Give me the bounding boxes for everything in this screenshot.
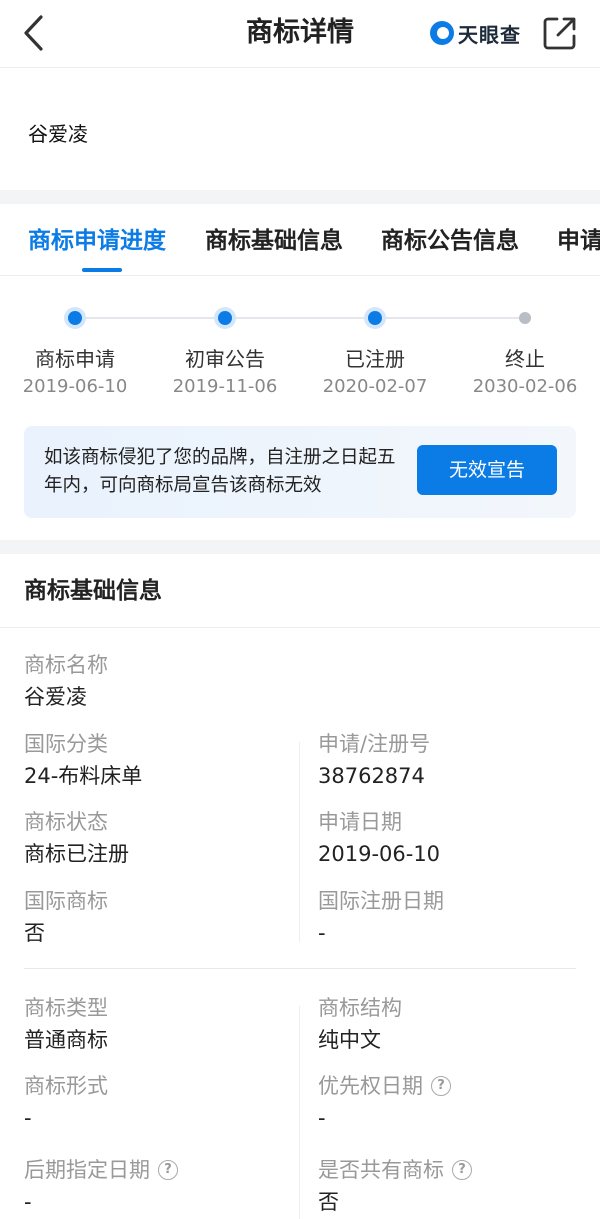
field-intl-class: 国际分类 24-布料床单	[24, 729, 142, 791]
notice-text: 如该商标侵犯了您的品牌，自注册之日起五年内，可向商标局宣告该商标无效	[44, 447, 396, 496]
field-label: 优先权日期	[318, 1074, 423, 1098]
active-tab-indicator	[82, 268, 122, 272]
section-gap	[0, 540, 600, 554]
step-label: 商标申请	[35, 347, 115, 371]
field-trademark-form: 商标形式 -	[24, 1071, 108, 1133]
column-separator	[299, 1006, 300, 1219]
section-title: 商标基础信息	[24, 578, 162, 604]
field-label: 后期指定日期	[24, 1158, 150, 1182]
field-trademark-type: 商标类型 普通商标	[24, 993, 108, 1055]
trademark-image-area: 谷爱凌	[0, 68, 600, 190]
question-mark-icon[interactable]: ?	[158, 1160, 178, 1180]
field-value: 否	[318, 1190, 339, 1214]
field-label: 申请/注册号	[318, 732, 431, 756]
step-pending-dot	[519, 312, 531, 324]
field-later-designation-date: 后期指定日期 ? -	[24, 1155, 178, 1217]
field-value: 24-布料床单	[24, 764, 143, 788]
field-registration-number: 申请/注册号 38762874	[318, 729, 430, 791]
field-label-row: 是否共有商标 ?	[318, 1155, 472, 1185]
field-label-row: 后期指定日期 ?	[24, 1155, 178, 1185]
field-trademark-name: 商标名称 谷爱凌	[24, 650, 108, 712]
field-label: 国际商标	[24, 889, 108, 913]
field-label: 是否共有商标	[318, 1158, 444, 1182]
field-label: 商标状态	[24, 810, 108, 834]
field-label: 商标类型	[24, 996, 108, 1020]
field-value: 纯中文	[318, 1028, 381, 1052]
field-value: 谷爱凌	[24, 685, 87, 709]
field-label: 国际注册日期	[318, 889, 444, 913]
field-intl-reg-date: 国际注册日期 -	[318, 886, 444, 948]
invalidation-button[interactable]: 无效宣告	[417, 445, 557, 495]
field-value[interactable]: 38762874	[318, 761, 430, 791]
field-label: 商标形式	[24, 1074, 108, 1098]
progress-timeline: 商标申请 2019-06-10 初审公告 2019-11-06 已注册 2020…	[0, 277, 600, 407]
step-label: 已注册	[345, 347, 405, 371]
column-separator	[299, 742, 300, 942]
field-value: 商标已注册	[24, 842, 129, 866]
question-mark-icon[interactable]: ?	[431, 1076, 451, 1096]
field-value: -	[24, 1106, 32, 1130]
field-label: 国际分类	[24, 732, 108, 756]
field-value: -	[318, 921, 326, 945]
field-value: -	[24, 1190, 32, 1214]
field-value: 普通商标	[24, 1028, 108, 1052]
trademark-image[interactable]: 谷爱凌	[28, 118, 88, 147]
brand-logo: 天眼查	[430, 18, 521, 48]
field-label: 商标名称	[24, 653, 108, 677]
field-value: -	[318, 1106, 326, 1130]
tab-bar: 商标申请进度 商标基础信息 商标公告信息 申请	[0, 204, 600, 276]
step-done-dot	[368, 311, 382, 325]
field-shared-trademark: 是否共有商标 ? 否	[318, 1155, 472, 1217]
step-date: 2020-02-07	[322, 376, 428, 397]
field-priority-date: 优先权日期 ? -	[318, 1071, 451, 1133]
share-out-icon	[543, 17, 576, 50]
field-value: 否	[24, 921, 45, 945]
field-apply-date: 申请日期 2019-06-10	[318, 807, 440, 869]
tab-apply-progress[interactable]: 商标申请进度	[28, 226, 166, 256]
step-date: 2019-11-06	[172, 376, 278, 397]
tab-announcement-info[interactable]: 商标公告信息	[381, 226, 519, 256]
section-gap	[0, 190, 600, 204]
top-bar: 商标详情 天眼查	[0, 0, 600, 68]
step-date: 2019-06-10	[22, 376, 128, 397]
step-label: 初审公告	[185, 347, 265, 371]
field-trademark-structure: 商标结构 纯中文	[318, 993, 402, 1055]
step-date: 2030-02-06	[472, 376, 578, 397]
invalidation-notice: 如该商标侵犯了您的品牌，自注册之日起五年内，可向商标局宣告该商标无效 无效宣告	[24, 426, 576, 518]
divider	[24, 968, 576, 969]
field-intl-trademark: 国际商标 否	[24, 886, 108, 948]
tianyancha-logo-icon	[430, 21, 454, 45]
tab-basic-info[interactable]: 商标基础信息	[205, 226, 343, 256]
step-label: 终止	[505, 347, 545, 371]
share-button[interactable]	[540, 12, 580, 54]
question-mark-icon[interactable]: ?	[452, 1160, 472, 1180]
step-done-dot	[68, 311, 82, 325]
field-label-row: 优先权日期 ?	[318, 1071, 451, 1101]
brand-name: 天眼查	[458, 22, 521, 47]
field-status: 商标状态 商标已注册	[24, 807, 129, 869]
tab-application[interactable]: 申请	[557, 226, 600, 256]
field-label: 申请日期	[318, 810, 402, 834]
timeline-track	[75, 317, 525, 319]
step-done-dot	[218, 311, 232, 325]
divider	[0, 627, 600, 628]
field-value: 2019-06-10	[318, 842, 441, 866]
field-label: 商标结构	[318, 996, 402, 1020]
